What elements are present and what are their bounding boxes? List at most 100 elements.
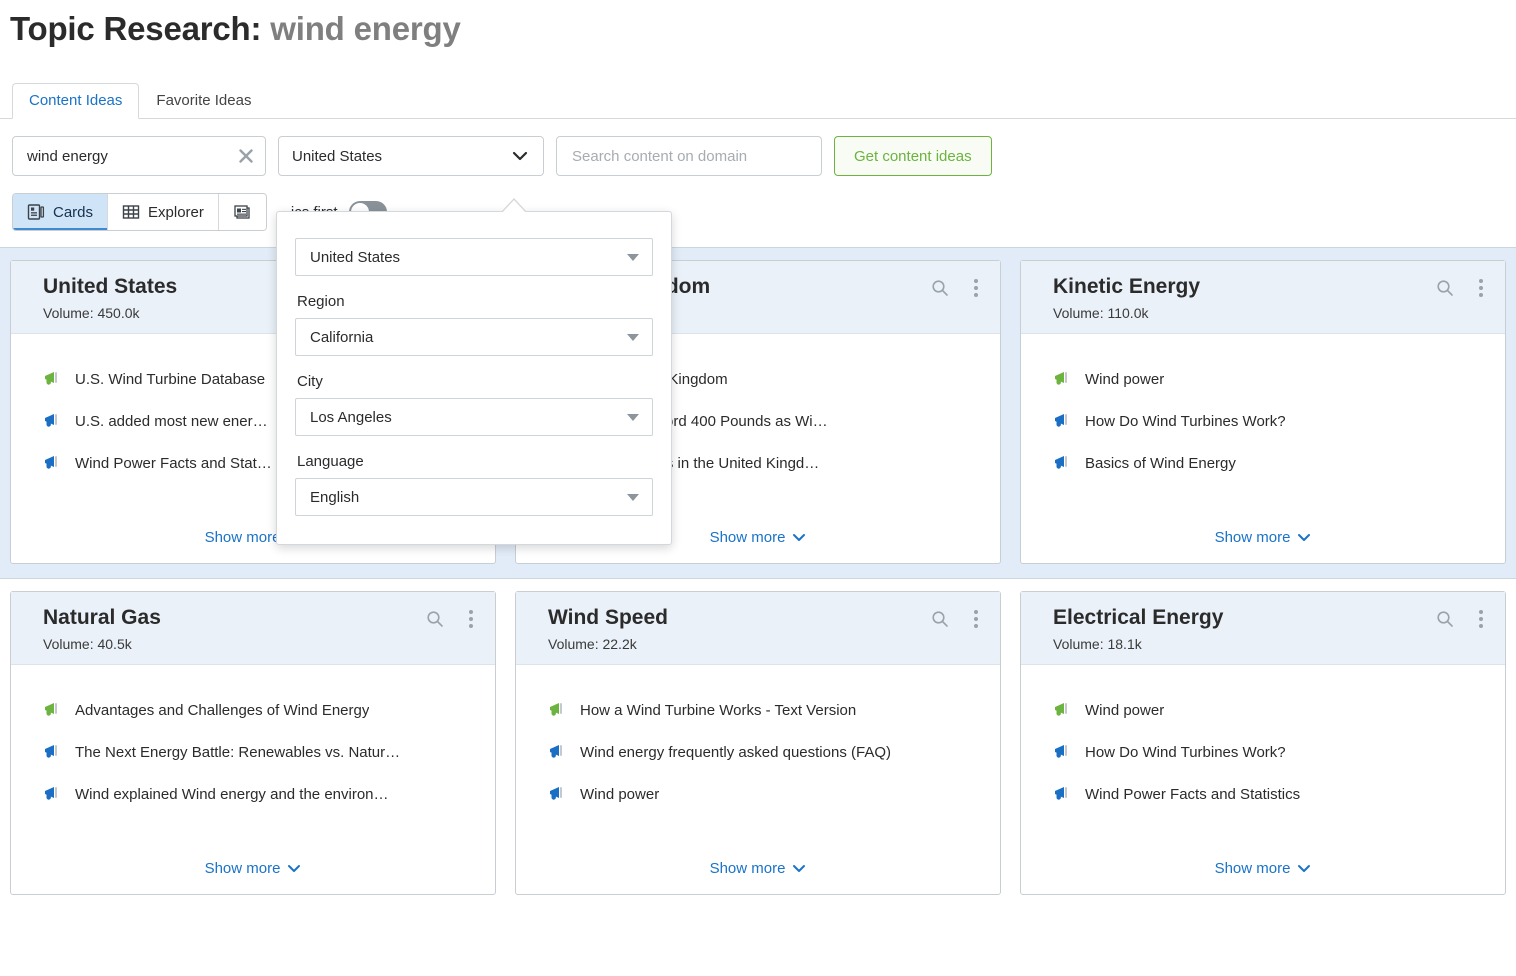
tab-content-ideas[interactable]: Content Ideas <box>12 83 139 119</box>
search-icon[interactable] <box>1435 609 1455 629</box>
view-mode-segmented-control: Cards Explorer <box>12 193 267 231</box>
idea-label: U.S. added most new ener… <box>75 413 268 430</box>
idea-item[interactable]: How Do Wind Turbines Work? <box>1053 731 1489 773</box>
topic-card[interactable]: Natural Gas Volume: 40.5k <box>10 591 496 895</box>
view-mode-cards-label: Cards <box>53 204 93 221</box>
kebab-menu-icon[interactable] <box>1475 277 1487 299</box>
megaphone-icon-green <box>1053 701 1073 719</box>
cards-row: Natural Gas Volume: 40.5k <box>0 579 1516 905</box>
idea-label: Wind explained Wind energy and the envir… <box>75 786 389 803</box>
megaphone-icon-blue <box>43 412 63 430</box>
caret-down-icon <box>627 414 639 421</box>
card-title: Natural Gas <box>43 606 479 630</box>
card-body: How a Wind Turbine Works - Text Version … <box>516 665 1000 860</box>
tab-favorite-ideas[interactable]: Favorite Ideas <box>139 83 268 119</box>
idea-label: The Next Energy Battle: Renewables vs. N… <box>75 744 400 761</box>
idea-item[interactable]: Advantages and Challenges of Wind Energy <box>43 689 479 731</box>
popup-region-label: Region <box>297 293 653 310</box>
page-title-prefix: Topic Research: <box>10 10 261 47</box>
kebab-menu-icon[interactable] <box>465 608 477 630</box>
card-header: Natural Gas Volume: 40.5k <box>11 592 495 665</box>
card-footer: Show more <box>1021 860 1505 894</box>
card-volume: Volume: 40.5k <box>43 636 479 652</box>
card-volume-label: Volume: <box>548 636 599 652</box>
idea-item[interactable]: The Next Energy Battle: Renewables vs. N… <box>43 731 479 773</box>
view-mode-explorer[interactable]: Explorer <box>108 194 219 230</box>
search-icon[interactable] <box>930 278 950 298</box>
card-footer: Show more <box>516 860 1000 894</box>
card-volume-label: Volume: <box>1053 305 1104 321</box>
card-footer: Show more <box>1021 529 1505 563</box>
table-icon <box>122 203 140 221</box>
card-volume: Volume: 22.2k <box>548 636 984 652</box>
keyword-field[interactable] <box>12 136 266 176</box>
view-mode-explorer-label: Explorer <box>148 204 204 221</box>
topic-card[interactable]: Electrical Energy Volume: 18.1k <box>1020 591 1506 895</box>
overview-icon <box>233 203 252 221</box>
topic-card[interactable]: Kinetic Energy Volume: 110.0k <box>1020 260 1506 564</box>
card-body: Wind power How Do Wind Turbines Work? <box>1021 665 1505 860</box>
get-content-ideas-button[interactable]: Get content ideas <box>834 136 992 176</box>
card-volume-value: 110.0k <box>1107 305 1148 321</box>
popup-language-select[interactable]: English <box>295 478 653 516</box>
topic-card[interactable]: Wind Speed Volume: 22.2k <box>515 591 1001 895</box>
idea-item[interactable]: How Do Wind Turbines Work? <box>1053 400 1489 442</box>
card-volume-label: Volume: <box>43 636 94 652</box>
search-icon[interactable] <box>1435 278 1455 298</box>
idea-item[interactable]: Wind power <box>1053 689 1489 731</box>
show-more-label: Show more <box>1215 529 1291 546</box>
idea-label: U.S. Wind Turbine Database <box>75 371 265 388</box>
popup-language-value: English <box>310 489 359 506</box>
idea-item[interactable]: Wind power <box>548 773 984 815</box>
idea-item[interactable]: Wind Power Facts and Statistics <box>1053 773 1489 815</box>
country-selector-value: United States <box>292 148 382 165</box>
cards-area: United States Volume: 450.0k <box>0 247 1516 905</box>
card-header: Wind Speed Volume: 22.2k <box>516 592 1000 665</box>
popup-region-select[interactable]: California <box>295 318 653 356</box>
card-volume-value: 22.2k <box>602 636 636 652</box>
view-toggle-row: Cards Explorer <box>0 176 1516 231</box>
chevron-down-icon <box>1297 864 1311 873</box>
keyword-input[interactable] <box>25 147 235 166</box>
megaphone-icon-blue <box>1053 454 1073 472</box>
idea-item[interactable]: Wind power <box>1053 358 1489 400</box>
domain-search-input[interactable] <box>570 147 808 166</box>
idea-item[interactable]: Wind explained Wind energy and the envir… <box>43 773 479 815</box>
kebab-menu-icon[interactable] <box>970 277 982 299</box>
card-volume: Volume: 18.1k <box>1053 636 1489 652</box>
idea-item[interactable]: Wind energy frequently asked questions (… <box>548 731 984 773</box>
megaphone-icon-blue <box>548 743 568 761</box>
country-selector[interactable]: United States <box>278 136 544 176</box>
search-icon[interactable] <box>930 609 950 629</box>
show-more-button[interactable]: Show more <box>1215 860 1312 877</box>
tab-bar: Content Ideas Favorite Ideas <box>0 80 1516 119</box>
cards-row-highlighted: United States Volume: 450.0k <box>0 247 1516 579</box>
idea-label: How a Wind Turbine Works - Text Version <box>580 702 856 719</box>
card-actions <box>930 608 982 630</box>
megaphone-icon-blue <box>43 743 63 761</box>
idea-item[interactable]: How a Wind Turbine Works - Text Version <box>548 689 984 731</box>
card-title: Kinetic Energy <box>1053 275 1489 299</box>
show-more-button[interactable]: Show more <box>710 529 807 546</box>
kebab-menu-icon[interactable] <box>1475 608 1487 630</box>
popup-country-select[interactable]: United States <box>295 238 653 276</box>
idea-item[interactable]: Basics of Wind Energy <box>1053 442 1489 484</box>
search-icon[interactable] <box>425 609 445 629</box>
caret-down-icon <box>627 334 639 341</box>
close-icon[interactable] <box>235 145 257 167</box>
show-more-button[interactable]: Show more <box>205 860 302 877</box>
popup-city-select[interactable]: Los Angeles <box>295 398 653 436</box>
kebab-menu-icon[interactable] <box>970 608 982 630</box>
view-mode-overview[interactable] <box>219 194 266 230</box>
idea-label: Wind power <box>1085 371 1164 388</box>
popup-language-label: Language <box>297 453 653 470</box>
view-mode-cards[interactable]: Cards <box>13 194 108 230</box>
domain-search-field[interactable] <box>556 136 822 176</box>
show-more-button[interactable]: Show more <box>710 860 807 877</box>
caret-down-icon <box>627 494 639 501</box>
card-actions <box>930 277 982 299</box>
idea-label: Basics of Wind Energy <box>1085 455 1236 472</box>
idea-label: Wind Power Facts and Stat… <box>75 455 272 472</box>
show-more-button[interactable]: Show more <box>1215 529 1312 546</box>
megaphone-icon-green <box>43 370 63 388</box>
